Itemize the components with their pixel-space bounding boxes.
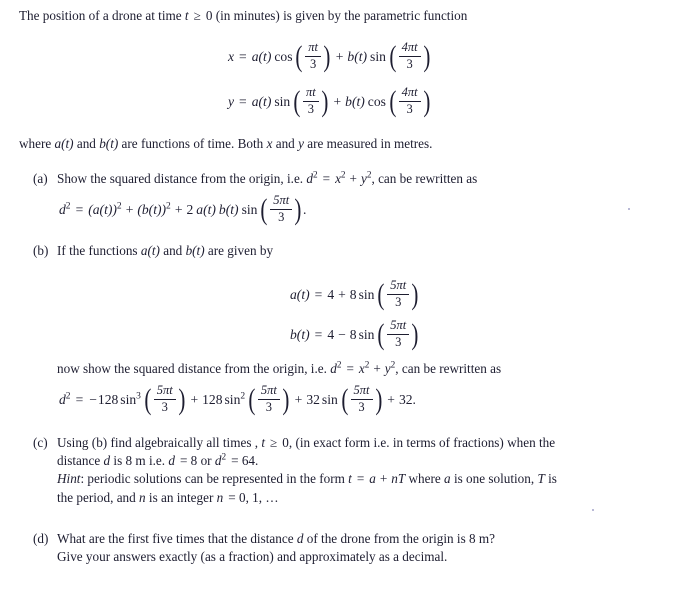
equation-d-squared-expanded: d2 = −128 sin3(5πt 3) +128 sin2(5πt 3) +32 sin(5π… (59, 383, 416, 417)
part-c-line-2: distance d is 8 m i.e. d = 8 or d2 = 64. (57, 451, 259, 469)
equation-y: y = a(t) sin(πt 3) + b(t) cos(4πt 3) (228, 85, 431, 119)
eq-x-b-of-t: b(t) (347, 48, 368, 64)
eq-x-cos: cos (274, 48, 293, 64)
part-c-body: Using (b) find algebraically all times ,… (57, 436, 677, 509)
equation-a-of-t: a(t) = 4 +8 sin(5πt 3) (290, 278, 419, 312)
eq-y-cos: cos (367, 93, 386, 109)
scan-artifact (592, 509, 594, 511)
part-d-label: (d) (33, 531, 49, 546)
where-paragraph: where a(t) and b(t) are functions of tim… (19, 136, 433, 151)
document-page: The position of a drone at time t ≥0 (in … (0, 0, 696, 616)
eq-y-b-of-t: b(t) (345, 93, 365, 109)
equation-b-of-t: b(t) = 4−8 sin(5πt 3) (290, 318, 419, 352)
part-d-body: What are the first five times that the d… (57, 532, 677, 568)
eq-y-a-of-t: a(t) (251, 93, 272, 109)
intro-text: The position of a drone at time t ≥0 (in … (19, 8, 468, 23)
part-a-text: Show the squared distance from the origi… (57, 169, 478, 186)
part-c-hint-line-2: the period, and n is an integer n = 0, 1,… (57, 489, 279, 505)
scan-artifact (628, 208, 630, 210)
now-show-paragraph: now show the squared distance from the o… (57, 359, 502, 376)
hint-label: Hint (57, 471, 81, 487)
equation-d-squared-general: d2 = (a(t))2 + (b(t))2 +2 a(t) b(t) sin(5πt 3). (59, 193, 307, 227)
part-d-line-1: What are the first five times that the d… (57, 531, 495, 546)
part-c-hint-line-1: Hint: periodic solutions can be represen… (57, 471, 557, 487)
intro-paragraph: The position of a drone at time t ≥0 (in … (19, 9, 467, 22)
eq-x-a-of-t: a(t) (251, 48, 272, 64)
part-c-label: (c) (33, 435, 48, 450)
equation-x: x = a(t) cos(πt 3) + b(t) sin(4πt 3) (228, 40, 431, 74)
part-b-label: (b) (33, 243, 49, 258)
part-b-text: If the functions a(t) and b(t) are given… (57, 243, 274, 258)
eq-y-sin: sin (274, 93, 291, 109)
part-d-line-2: Give your answers exactly (as a fraction… (57, 549, 448, 565)
part-c-line-1: Using (b) find algebraically all times ,… (57, 435, 556, 450)
part-a-label: (a) (33, 171, 48, 186)
eq-y-lhs: y (228, 93, 235, 109)
eq-x-lhs: x (228, 48, 235, 64)
eq-x-sin: sin (370, 48, 386, 64)
